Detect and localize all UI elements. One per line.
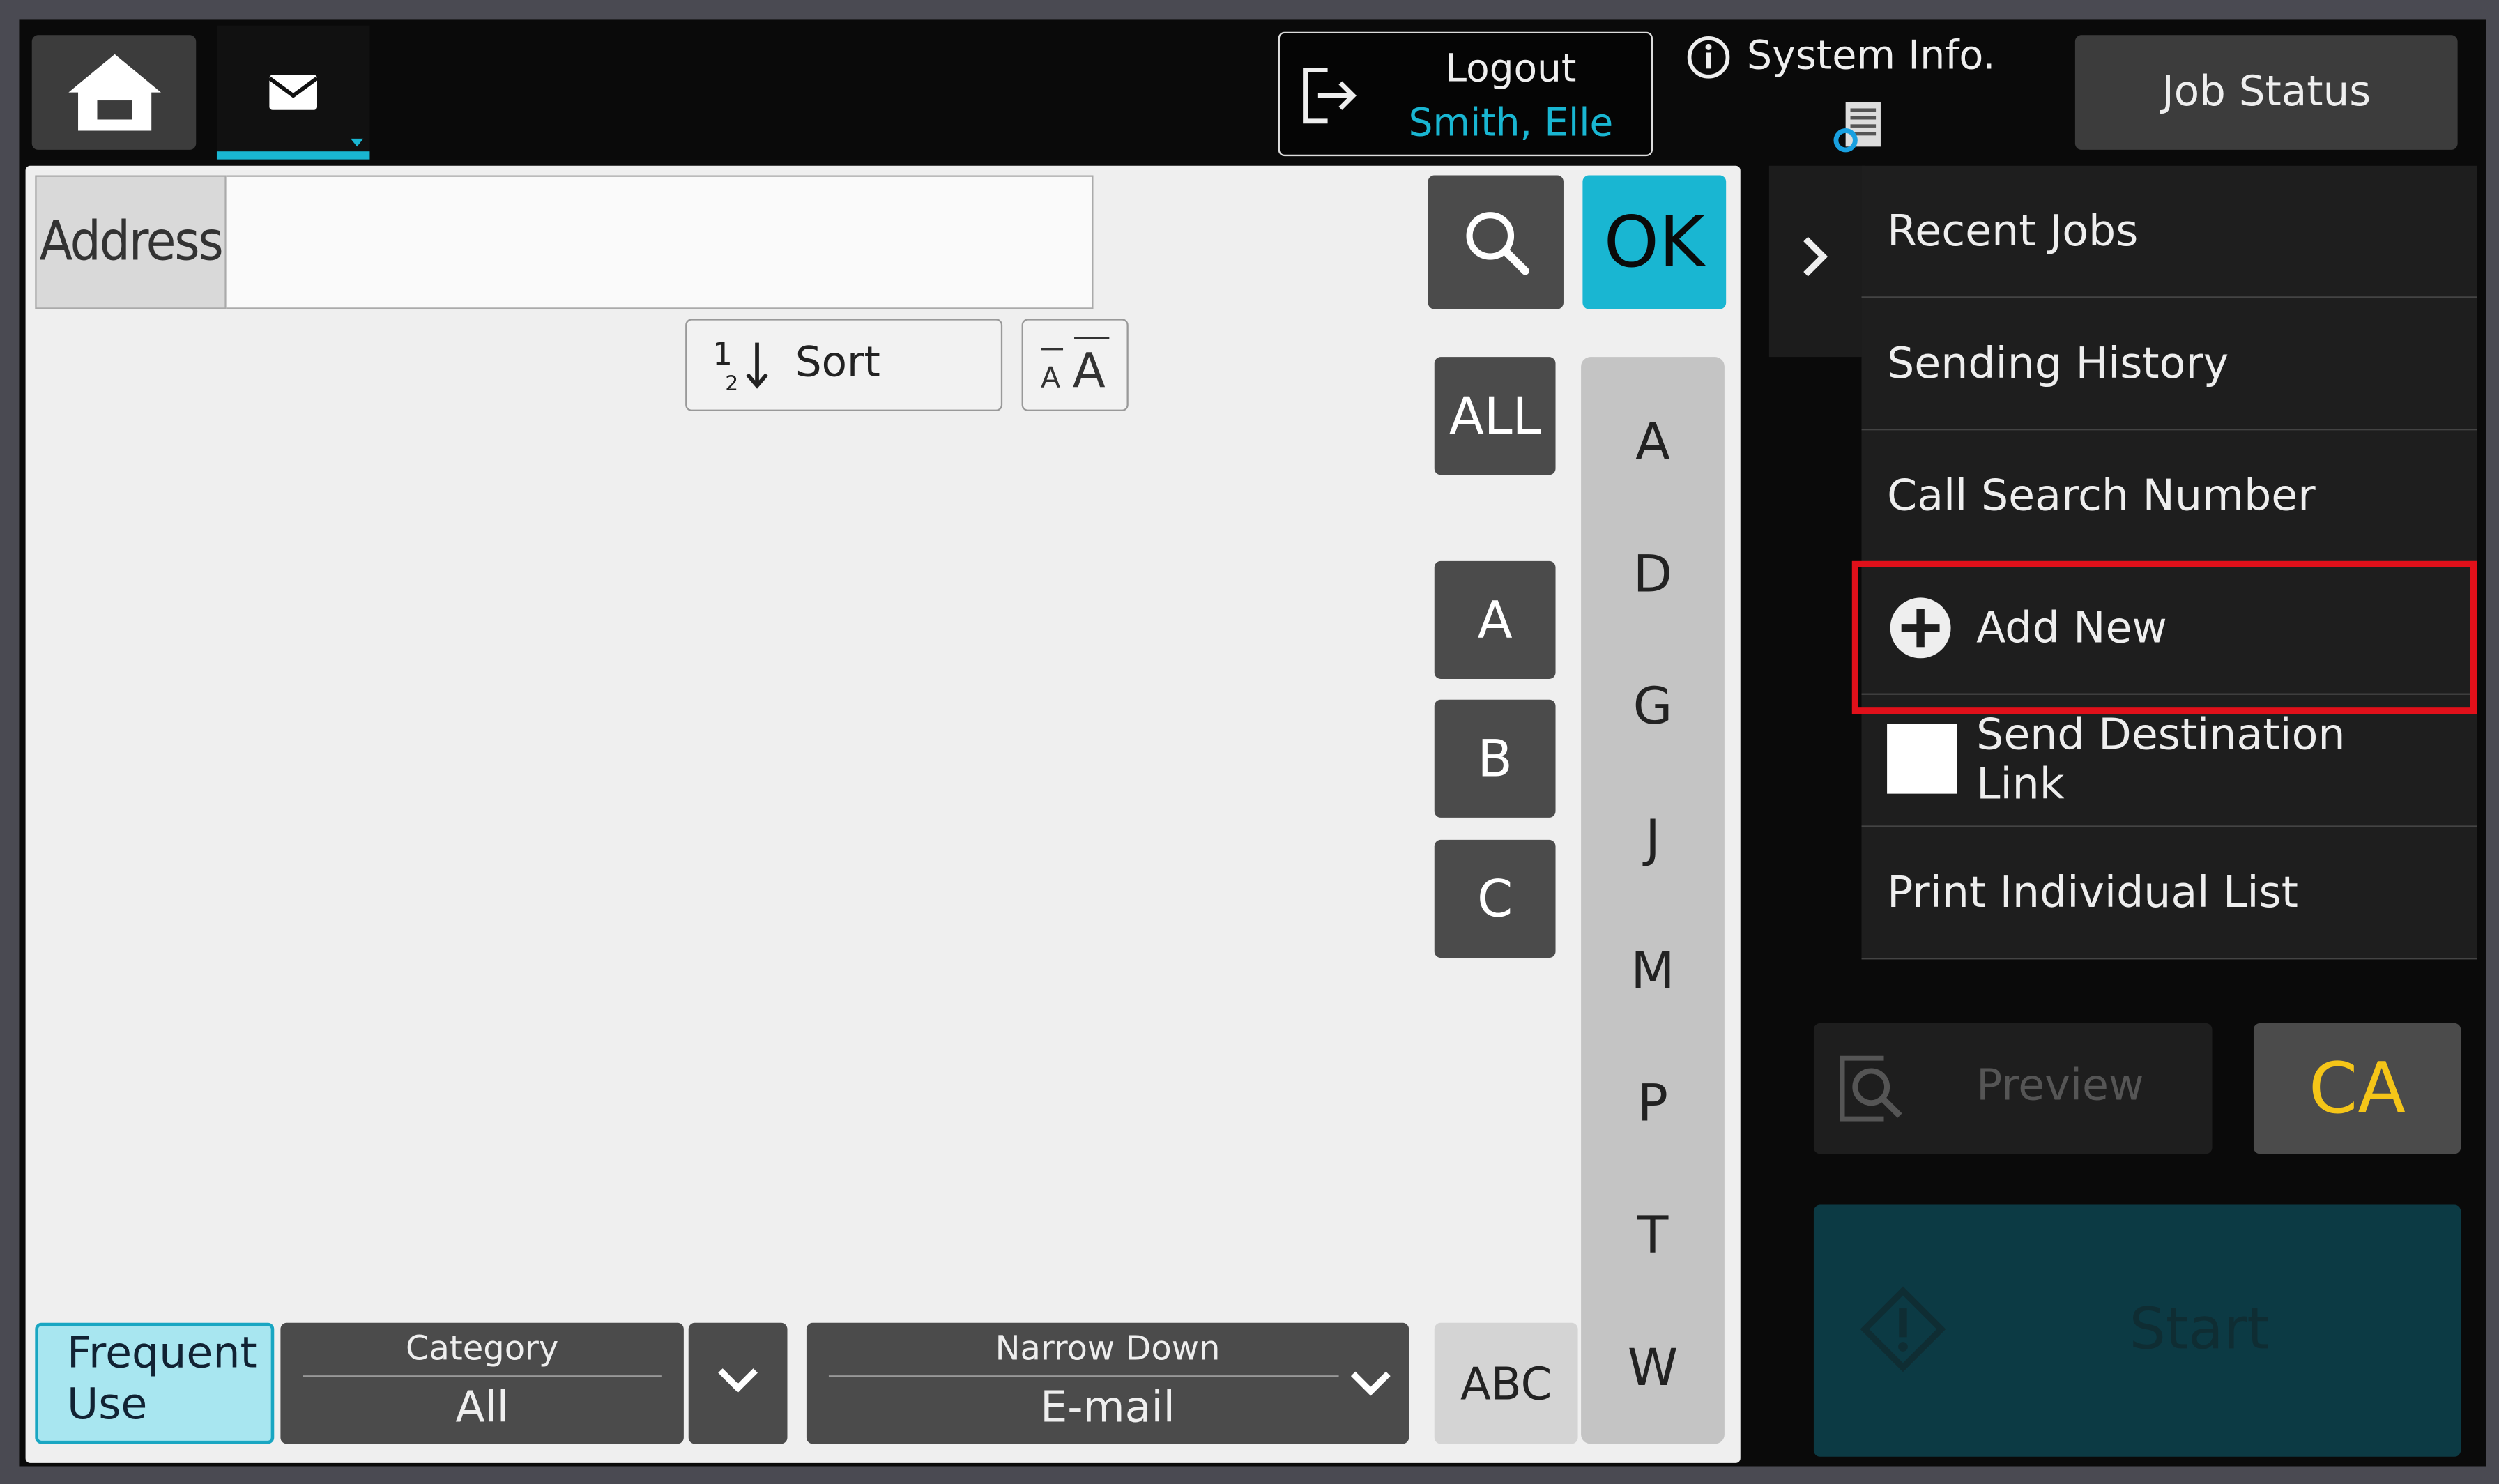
start-icon bbox=[1860, 1286, 1946, 1372]
index-button-c[interactable]: C bbox=[1434, 839, 1556, 958]
active-tab-indicator bbox=[216, 151, 370, 160]
system-info-label: System Info. bbox=[1746, 31, 1996, 79]
svg-text:2: 2 bbox=[725, 372, 738, 396]
menu-item-sending-history[interactable]: Sending History bbox=[1861, 298, 2477, 431]
font-size-toggle-button[interactable]: A A bbox=[1021, 319, 1129, 411]
home-button[interactable] bbox=[31, 35, 197, 150]
narrow-down-dropdown[interactable]: Narrow Down E-mail bbox=[806, 1322, 1409, 1444]
narrow-down-label: Narrow Down bbox=[995, 1329, 1221, 1368]
category-divider bbox=[303, 1375, 662, 1377]
category-dropdown[interactable]: Category All bbox=[280, 1322, 684, 1444]
frequent-use-button[interactable]: Frequent Use bbox=[35, 1322, 275, 1444]
search-icon bbox=[1465, 212, 1529, 275]
logout-label: Logout bbox=[1445, 46, 1577, 91]
menu-item-send-destination-link[interactable]: Send Destination Link bbox=[1861, 695, 2477, 827]
alpha-index-p[interactable]: P bbox=[1581, 1073, 1725, 1133]
alpha-index-m[interactable]: M bbox=[1581, 940, 1725, 1001]
menu-item-recent-jobs[interactable]: Recent Jobs bbox=[1861, 166, 2477, 298]
tab-dropdown-indicator bbox=[351, 138, 364, 147]
email-mode-tab[interactable] bbox=[216, 25, 370, 160]
address-input[interactable] bbox=[226, 175, 1094, 309]
abc-toggle-button[interactable]: ABC bbox=[1434, 1322, 1578, 1444]
alpha-index-w[interactable]: W bbox=[1581, 1337, 1725, 1398]
chevron-down-icon bbox=[1350, 1371, 1391, 1396]
alphabet-index-bar[interactable]: A D G J M P T W bbox=[1581, 357, 1725, 1444]
category-value: All bbox=[455, 1383, 509, 1433]
menu-item-call-search-number[interactable]: Call Search Number bbox=[1861, 430, 2477, 563]
preview-label: Preview bbox=[1976, 1061, 2144, 1111]
chevron-down-icon bbox=[718, 1368, 758, 1393]
start-label: Start bbox=[2129, 1297, 2270, 1363]
address-book-panel: Address 1 2 Sort A A OK ALL A B C A D G … bbox=[25, 165, 1741, 1463]
preview-icon bbox=[1840, 1055, 1902, 1122]
side-menu-collapse-button[interactable] bbox=[1768, 165, 1865, 358]
info-icon bbox=[1687, 36, 1730, 79]
index-button-b[interactable]: B bbox=[1434, 699, 1556, 818]
home-icon bbox=[68, 54, 160, 131]
preview-button[interactable]: Preview bbox=[1813, 1023, 2213, 1154]
index-button-a[interactable]: A bbox=[1434, 560, 1556, 680]
highlight-box bbox=[1851, 560, 2477, 714]
logout-button[interactable]: Logout Smith, Elle bbox=[1278, 31, 1653, 157]
clear-all-button[interactable]: CA bbox=[2253, 1023, 2461, 1154]
svg-text:A: A bbox=[1073, 344, 1106, 399]
menu-item-print-individual-list[interactable]: Print Individual List bbox=[1861, 827, 2477, 960]
narrow-down-value: E-mail bbox=[1040, 1383, 1175, 1433]
printer-status-icon bbox=[1833, 102, 1881, 153]
logout-icon bbox=[1303, 68, 1357, 124]
alpha-index-a[interactable]: A bbox=[1581, 411, 1725, 472]
send-destination-link-label: Send Destination Link bbox=[1976, 710, 2346, 810]
index-button-all[interactable]: ALL bbox=[1434, 357, 1556, 475]
search-button[interactable] bbox=[1428, 175, 1564, 309]
alpha-index-j[interactable]: J bbox=[1581, 808, 1725, 869]
start-button[interactable]: Start bbox=[1813, 1204, 2461, 1457]
sort-order-icon: 1 2 bbox=[712, 336, 768, 396]
category-expand-button[interactable] bbox=[688, 1322, 788, 1444]
sort-label: Sort bbox=[795, 339, 880, 388]
ok-button[interactable]: OK bbox=[1582, 175, 1727, 309]
sort-button[interactable]: 1 2 Sort bbox=[685, 319, 1003, 411]
job-status-button[interactable]: Job Status bbox=[2074, 35, 2458, 150]
user-name: Smith, Elle bbox=[1408, 100, 1614, 146]
send-destination-link-checkbox[interactable] bbox=[1887, 724, 1957, 794]
svg-text:1: 1 bbox=[712, 336, 733, 373]
category-label: Category bbox=[405, 1329, 559, 1368]
svg-text:A: A bbox=[1041, 361, 1060, 395]
alpha-index-g[interactable]: G bbox=[1581, 675, 1725, 736]
address-label: Address bbox=[35, 175, 227, 309]
narrow-down-divider bbox=[828, 1375, 1339, 1377]
device-screen: Logout Smith, Elle System Info. Job Stat… bbox=[19, 19, 2486, 1467]
alpha-index-d[interactable]: D bbox=[1581, 544, 1725, 604]
alpha-index-t[interactable]: T bbox=[1581, 1205, 1725, 1266]
system-info-button[interactable]: System Info. bbox=[1686, 29, 1996, 156]
mail-icon bbox=[268, 75, 319, 110]
chevron-right-icon bbox=[1803, 236, 1828, 277]
font-size-icon: A A bbox=[1041, 337, 1110, 399]
